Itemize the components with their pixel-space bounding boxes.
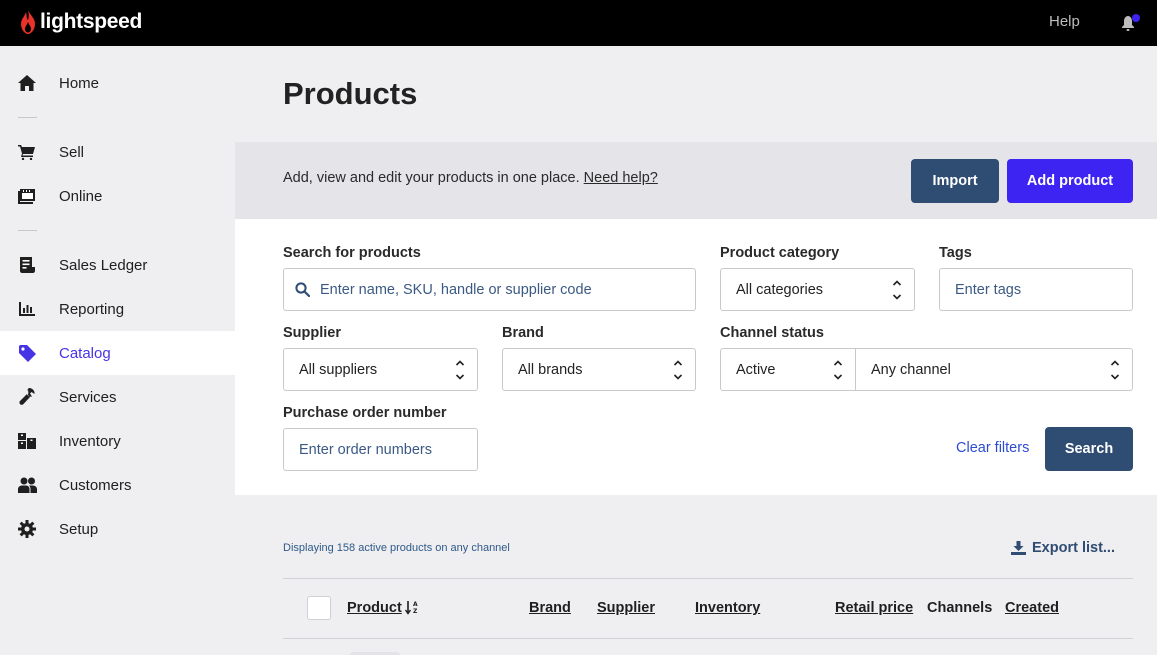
- lightspeed-logo[interactable]: lightspeed: [18, 9, 142, 35]
- export-list-button[interactable]: Export list...: [1011, 540, 1115, 556]
- tags-placeholder: Enter tags: [955, 281, 1022, 298]
- sidebar-item-home[interactable]: Home: [0, 61, 235, 105]
- notifications-button[interactable]: [1119, 13, 1141, 33]
- table-divider: [283, 578, 1133, 579]
- tag-icon: [17, 343, 37, 363]
- category-value: All categories: [736, 281, 824, 298]
- import-button[interactable]: Import: [911, 159, 999, 203]
- channel-value: Any channel: [871, 361, 951, 378]
- export-label: Export list...: [1032, 540, 1115, 556]
- intro-description: Add, view and edit your products in one …: [283, 170, 580, 186]
- sidebar-item-label: Services: [59, 388, 117, 406]
- intro-band: Add, view and edit your products in one …: [235, 142, 1157, 219]
- select-arrows-icon: [1110, 360, 1120, 380]
- po-input[interactable]: Enter order numbers: [283, 428, 478, 471]
- cart-icon: [17, 142, 37, 162]
- column-header-retail-price[interactable]: Retail price: [835, 600, 913, 616]
- po-label: Purchase order number: [283, 405, 447, 421]
- sidebar-item-inventory[interactable]: Inventory: [0, 419, 235, 463]
- sidebar-item-label: Setup: [59, 520, 99, 538]
- tags-label: Tags: [939, 245, 972, 261]
- select-arrows-icon: [892, 280, 902, 300]
- top-bar: lightspeed Help: [0, 0, 1157, 46]
- sidebar-item-label: Inventory: [59, 432, 121, 450]
- boxes-icon: [17, 431, 37, 451]
- sort-az-icon: AZ: [404, 601, 418, 615]
- online-store-icon: [17, 186, 37, 206]
- search-button[interactable]: Search: [1045, 427, 1133, 471]
- wrench-icon: [17, 387, 37, 407]
- tags-input[interactable]: Enter tags: [939, 268, 1133, 311]
- page-title: Products: [283, 76, 418, 111]
- status-value: Active: [736, 361, 776, 378]
- main-content: Products Add, view and edit your product…: [235, 46, 1157, 655]
- status-select[interactable]: Active: [720, 348, 856, 391]
- search-icon: [295, 282, 311, 301]
- sidebar-item-label: Sell: [59, 143, 85, 161]
- sidebar-item-sales-ledger[interactable]: Sales Ledger: [0, 243, 235, 287]
- sidebar-item-label: Reporting: [59, 300, 125, 318]
- sidebar-divider: [18, 117, 37, 118]
- bar-chart-icon: [17, 299, 37, 319]
- sidebar-divider: [18, 230, 37, 231]
- flame-icon: [21, 10, 35, 34]
- svg-text:Z: Z: [413, 608, 418, 615]
- brand-label: Brand: [502, 325, 544, 341]
- bell-icon: [1122, 14, 1140, 31]
- column-header-created[interactable]: Created: [1005, 600, 1059, 616]
- column-header-label: Product: [347, 600, 402, 616]
- ledger-icon: [17, 255, 37, 275]
- table-divider: [283, 638, 1133, 639]
- home-icon: [17, 73, 37, 93]
- brand-select[interactable]: All brands: [502, 348, 696, 391]
- sidebar-item-setup[interactable]: Setup: [0, 507, 235, 551]
- sidebar-item-online[interactable]: Online: [0, 174, 235, 218]
- select-arrows-icon: [673, 360, 683, 380]
- select-arrows-icon: [833, 360, 843, 380]
- select-arrows-icon: [455, 360, 465, 380]
- download-icon: [1011, 541, 1026, 555]
- sidebar-item-reporting[interactable]: Reporting: [0, 287, 235, 331]
- svg-text:A: A: [413, 601, 418, 608]
- supplier-label: Supplier: [283, 325, 342, 341]
- column-header-supplier[interactable]: Supplier: [597, 600, 655, 616]
- supplier-select[interactable]: All suppliers: [283, 348, 478, 391]
- filters-panel: Search for products Enter name, SKU, han…: [235, 219, 1157, 495]
- brand-name: lightspeed: [40, 10, 143, 33]
- category-select[interactable]: All categories: [720, 268, 915, 311]
- sidebar-item-label: Online: [59, 187, 103, 205]
- sidebar-item-customers[interactable]: Customers: [0, 463, 235, 507]
- column-header-brand[interactable]: Brand: [529, 600, 571, 616]
- help-link[interactable]: Help: [1049, 13, 1080, 30]
- sidebar-item-label: Catalog: [59, 344, 111, 362]
- people-icon: [17, 475, 37, 495]
- clear-filters-link[interactable]: Clear filters: [956, 440, 1029, 456]
- select-all-checkbox[interactable]: [307, 596, 331, 620]
- channel-status-label: Channel status: [720, 325, 824, 341]
- column-header-inventory[interactable]: Inventory: [695, 600, 760, 616]
- sidebar-item-label: Customers: [59, 476, 132, 494]
- need-help-link[interactable]: Need help?: [584, 170, 658, 186]
- brand-value: All brands: [518, 361, 583, 378]
- sidebar-item-sell[interactable]: Sell: [0, 130, 235, 174]
- column-header-product[interactable]: Product A Z: [347, 600, 419, 616]
- column-header-channels: Channels: [927, 600, 993, 616]
- add-product-button[interactable]: Add product: [1007, 159, 1133, 203]
- sidebar: Home Sell Online Sales Ledger Reporting …: [0, 46, 235, 655]
- category-label: Product category: [720, 245, 840, 261]
- gear-icon: [17, 519, 37, 539]
- search-placeholder: Enter name, SKU, handle or supplier code: [320, 281, 592, 298]
- intro-text: Add, view and edit your products in one …: [283, 170, 658, 186]
- sidebar-item-services[interactable]: Services: [0, 375, 235, 419]
- sidebar-item-label: Home: [59, 74, 100, 92]
- sidebar-item-catalog[interactable]: Catalog: [0, 331, 235, 375]
- supplier-value: All suppliers: [299, 361, 378, 378]
- channel-select[interactable]: Any channel: [855, 348, 1133, 391]
- notification-dot: [1132, 14, 1140, 22]
- po-placeholder: Enter order numbers: [299, 441, 432, 458]
- search-label: Search for products: [283, 245, 421, 261]
- search-input[interactable]: Enter name, SKU, handle or supplier code: [283, 268, 696, 311]
- sidebar-item-label: Sales Ledger: [59, 256, 148, 274]
- results-summary: Displaying 158 active products on any ch…: [283, 542, 510, 554]
